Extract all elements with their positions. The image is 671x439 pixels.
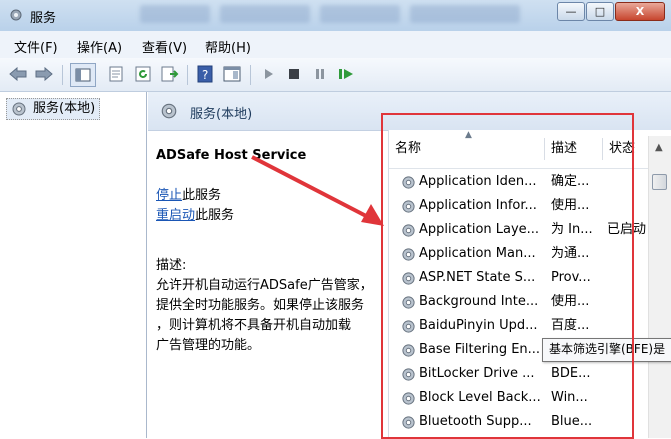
annotation-arrow [251, 155, 384, 226]
